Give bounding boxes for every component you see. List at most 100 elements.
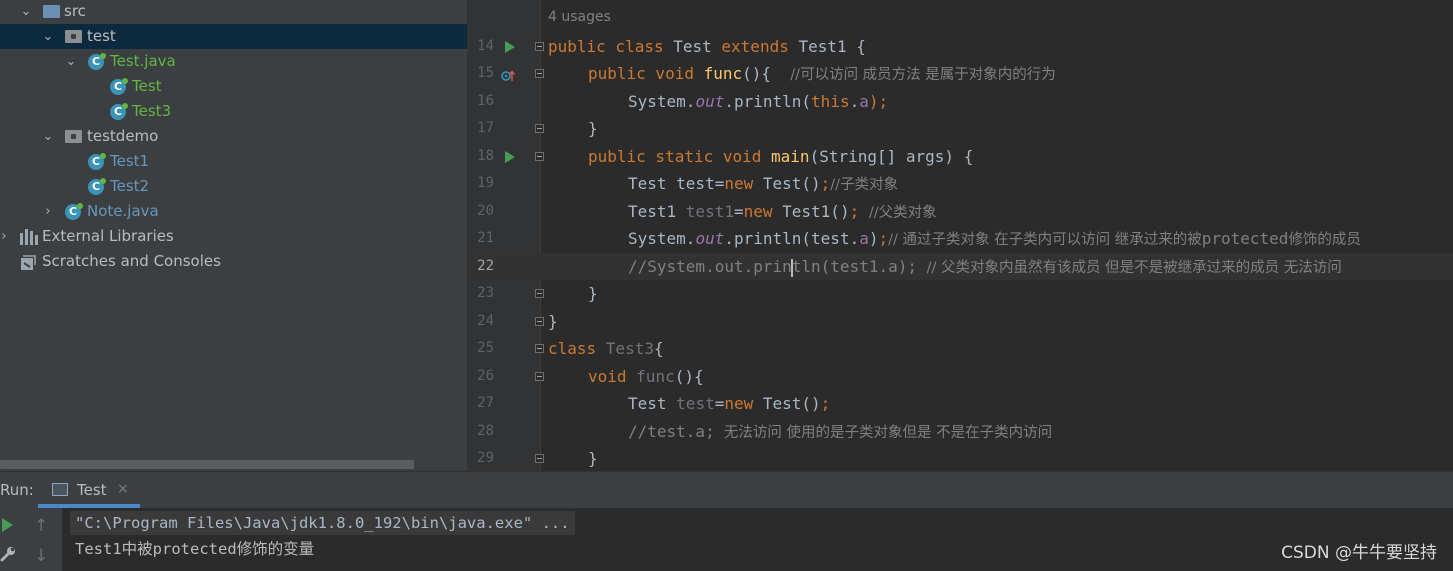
- line-number: 23: [477, 285, 494, 301]
- fold-icon[interactable]: [535, 344, 544, 353]
- tree-item-test2[interactable]: C Test2: [0, 174, 467, 199]
- line-number: 19: [477, 175, 494, 191]
- code-text: public static void main(String[] args) {: [588, 147, 974, 166]
- tree-item-test3-class[interactable]: C Test3: [0, 99, 467, 124]
- chevron-down-icon[interactable]: ⌄: [63, 49, 79, 74]
- chevron-right-icon[interactable]: ›: [0, 224, 12, 249]
- tree-item-test-package[interactable]: ⌄ test: [0, 24, 467, 49]
- wrench-icon[interactable]: [0, 546, 16, 567]
- code-text: }: [548, 312, 558, 331]
- chevron-down-icon[interactable]: ⌄: [40, 124, 56, 149]
- code-text: public void func(){ //可以访问 成员方法 是属于对象内的行…: [588, 64, 1056, 83]
- run-console[interactable]: ↑ ↓ "C:\Program Files\Java\jdk1.8.0_192\…: [0, 508, 1453, 571]
- code-line[interactable]: 17 }: [467, 115, 1453, 142]
- code-text: class Test3{: [548, 339, 664, 358]
- fold-icon[interactable]: [535, 124, 544, 133]
- code-line[interactable]: 29 }: [467, 445, 1453, 471]
- code-text: //System.out.println(test1.a); // 父类对象内虽…: [628, 257, 1342, 277]
- up-arrow-icon[interactable]: ↑: [34, 516, 48, 536]
- library-icon: [20, 229, 38, 245]
- java-class-icon: C: [88, 53, 106, 70]
- horizontal-scrollbar[interactable]: [0, 460, 414, 469]
- tree-item-testdemo[interactable]: ⌄ testdemo: [0, 124, 467, 149]
- tree-item-label: Scratches and Consoles: [42, 252, 221, 270]
- package-icon: [65, 130, 82, 143]
- line-number: 28: [477, 423, 494, 439]
- tree-item-label: External Libraries: [42, 227, 174, 245]
- console-output-line: Test1中被protected修饰的变量: [75, 540, 315, 558]
- java-class-icon: C: [110, 78, 128, 95]
- code-line[interactable]: 24 }: [467, 308, 1453, 335]
- code-text: //test.a; 无法访问 使用的是子类对象但是 不是在子类内访问: [628, 422, 1053, 441]
- tree-item-scratches[interactable]: Scratches and Consoles: [0, 249, 467, 274]
- tree-item-label: Note.java: [87, 202, 159, 220]
- code-line[interactable]: 16 System.out.println(this.a);: [467, 88, 1453, 115]
- code-text: System.out.println(this.a);: [628, 92, 889, 111]
- tree-item-external-libraries[interactable]: › External Libraries: [0, 224, 467, 249]
- tree-item-label: Test.java: [110, 52, 176, 70]
- code-text: }: [588, 119, 598, 138]
- override-gutter-icon[interactable]: [501, 68, 516, 81]
- code-line-current[interactable]: 22 //System.out.println(test1.a); // 父类对…: [467, 253, 1453, 280]
- code-text: Test test=new Test();: [628, 394, 831, 413]
- tree-item-label: testdemo: [87, 127, 159, 145]
- chevron-right-icon[interactable]: ›: [40, 199, 56, 224]
- line-number: 14: [477, 38, 494, 54]
- code-text: Test test=new Test();//子类对象: [628, 174, 899, 193]
- source-folder-icon: [43, 5, 60, 18]
- code-line[interactable]: 23 }: [467, 280, 1453, 307]
- code-text: System.out.println(test.a);// 通过子类对象 在子类…: [628, 229, 1361, 248]
- code-line[interactable]: 19 Test test=new Test();//子类对象: [467, 170, 1453, 197]
- tree-item-src[interactable]: ⌄ src: [0, 0, 467, 24]
- chevron-down-icon[interactable]: ⌄: [18, 0, 34, 24]
- fold-icon[interactable]: [535, 289, 544, 298]
- code-editor[interactable]: 4 usages 14 public class Test extends Te…: [467, 0, 1453, 471]
- line-number: 24: [477, 313, 494, 329]
- tree-item-label: Test2: [110, 177, 150, 195]
- line-number: 20: [477, 203, 494, 219]
- code-line[interactable]: 21 System.out.println(test.a);// 通过子类对象 …: [467, 225, 1453, 252]
- code-line[interactable]: 14 public class Test extends Test1 {: [467, 33, 1453, 60]
- run-gutter-icon[interactable]: [505, 41, 515, 53]
- line-number: 15: [477, 65, 494, 81]
- fold-icon[interactable]: [535, 454, 544, 463]
- rerun-icon[interactable]: [2, 518, 13, 532]
- fold-icon[interactable]: [535, 152, 544, 161]
- line-number: 17: [477, 120, 494, 136]
- line-number: 25: [477, 340, 494, 356]
- line-number: 16: [477, 93, 494, 109]
- java-class-icon: C: [110, 103, 128, 120]
- run-tab-test[interactable]: Test ×: [38, 472, 140, 508]
- code-line[interactable]: 20 Test1 test1=new Test1(); //父类对象: [467, 198, 1453, 225]
- console-command-line[interactable]: "C:\Program Files\Java\jdk1.8.0_192\bin\…: [70, 511, 575, 535]
- close-icon[interactable]: ×: [117, 481, 129, 497]
- line-number: 21: [477, 230, 494, 246]
- code-line[interactable]: 15 public void func(){ //可以访问 成员方法 是属于对象…: [467, 60, 1453, 87]
- watermark: CSDN @牛牛要坚持: [1281, 543, 1437, 563]
- tree-item-test-class[interactable]: C Test: [0, 74, 467, 99]
- run-tab-label: Test: [77, 481, 107, 499]
- code-line[interactable]: 25 class Test3{: [467, 335, 1453, 362]
- tree-item-label: Test1: [110, 152, 150, 170]
- run-gutter-icon[interactable]: [505, 151, 515, 163]
- code-line[interactable]: 27 Test test=new Test();: [467, 390, 1453, 417]
- run-toolbar: ↑ ↓: [0, 508, 62, 571]
- line-number: 27: [477, 395, 494, 411]
- code-line[interactable]: 18 public static void main(String[] args…: [467, 143, 1453, 170]
- tree-item-test1[interactable]: C Test1: [0, 149, 467, 174]
- usages-hint[interactable]: 4 usages: [548, 9, 611, 25]
- code-line[interactable]: 26 void func(){: [467, 363, 1453, 390]
- down-arrow-icon[interactable]: ↓: [34, 546, 48, 566]
- chevron-down-icon[interactable]: ⌄: [40, 24, 56, 49]
- line-number: 26: [477, 368, 494, 384]
- fold-icon[interactable]: [535, 372, 544, 381]
- tree-item-note-java[interactable]: › C Note.java: [0, 199, 467, 224]
- code-text: public class Test extends Test1 {: [548, 37, 866, 56]
- tree-item-test-java[interactable]: ⌄ C Test.java: [0, 49, 467, 74]
- code-line[interactable]: 28 //test.a; 无法访问 使用的是子类对象但是 不是在子类内访问: [467, 418, 1453, 445]
- project-tree-panel: ⌄ src ⌄ test ⌄ C Test.java C Test C Test…: [0, 0, 467, 471]
- fold-icon[interactable]: [535, 69, 544, 78]
- fold-icon[interactable]: [535, 42, 544, 51]
- tree-item-label: Test: [132, 77, 162, 95]
- fold-icon[interactable]: [535, 317, 544, 326]
